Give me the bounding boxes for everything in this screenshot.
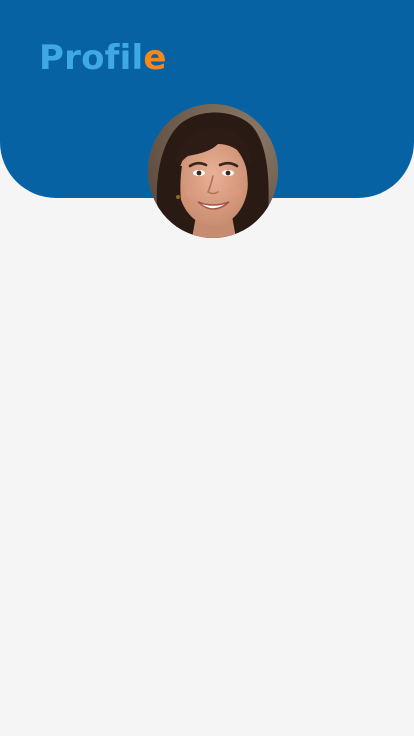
page-title-main: Profil	[39, 38, 144, 78]
avatar[interactable]	[148, 104, 278, 238]
page-title: Profile	[39, 36, 167, 80]
page-title-accent: e	[143, 38, 167, 78]
profile-screen: Profile	[0, 0, 414, 736]
avatar-photo	[148, 104, 278, 238]
profile-content	[0, 240, 414, 736]
